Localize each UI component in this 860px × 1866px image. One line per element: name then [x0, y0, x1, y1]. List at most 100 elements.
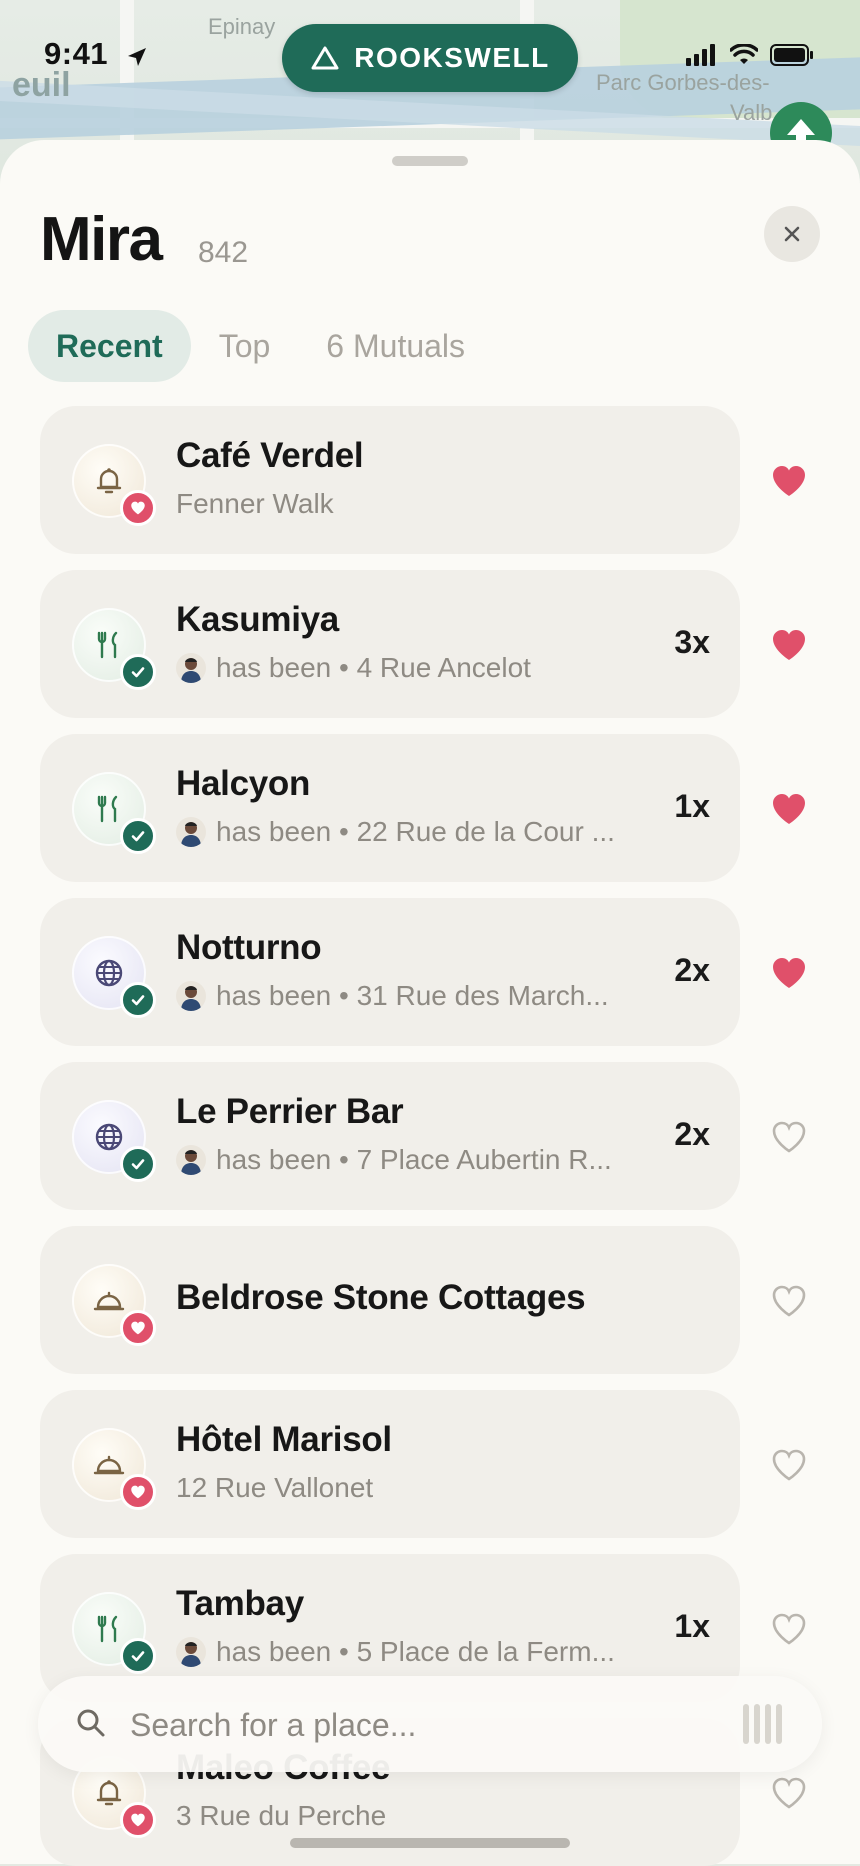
place-subtitle-text: has been • 22 Rue de la Cour ...: [216, 816, 615, 847]
location-arrow-icon: [128, 48, 146, 66]
wifi-icon: [730, 44, 758, 64]
tab-bar: Recent Top 6 Mutuals: [28, 310, 493, 382]
like-button-filled[interactable]: [770, 954, 808, 992]
sheet-grabber[interactable]: [392, 156, 468, 166]
place-subtitle-text: has been • 4 Rue Ancelot: [216, 652, 531, 683]
place-name: Notturno: [176, 928, 322, 967]
check-badge-icon: [131, 667, 145, 678]
place-status-badge: [120, 1146, 156, 1182]
bell-icon: [96, 468, 122, 494]
place-name: Hôtel Marisol: [176, 1420, 392, 1459]
place-status-badge: [120, 982, 156, 1018]
fork-knife-icon: [97, 631, 118, 659]
place-subtitle-text: has been • 31 Rue des March...: [216, 980, 609, 1011]
place-status-badge: [120, 1638, 156, 1674]
place-status-badge: [120, 1310, 156, 1346]
place-name: Le Perrier Bar: [176, 1092, 404, 1131]
place-name: Kasumiya: [176, 600, 339, 639]
place-subtitle-text: Fenner Walk: [176, 488, 334, 519]
hotel-bell-icon: [93, 1291, 125, 1311]
place-subtitle: 3 Rue du Perche: [176, 1800, 386, 1832]
place-status-badge: [120, 654, 156, 690]
like-button[interactable]: [770, 1610, 808, 1648]
heart-badge-icon: [131, 1813, 145, 1827]
heart-badge-icon: [131, 1321, 145, 1335]
like-button[interactable]: [770, 1774, 808, 1812]
visit-count: 1x: [674, 788, 710, 824]
place-name: Halcyon: [176, 764, 311, 803]
place-subtitle: has been • 4 Rue Ancelot: [176, 652, 531, 684]
heart-icon: [773, 794, 805, 824]
friend-avatar: [176, 1145, 206, 1175]
globe-icon: [95, 959, 123, 987]
place-subtitle: has been • 5 Place de la Ferm...: [176, 1636, 615, 1668]
place-status-badge: [120, 1802, 156, 1838]
fork-knife-icon: [97, 795, 118, 823]
visit-count: 3x: [674, 624, 710, 660]
place-subtitle-text: has been • 5 Place de la Ferm...: [216, 1636, 615, 1667]
place-status-badge: [120, 490, 156, 526]
place-row[interactable]: Le Perrier Bar has been • 7 Place Auberti…: [40, 1062, 740, 1210]
home-indicator[interactable]: [290, 1838, 570, 1848]
place-subtitle-text: has been • 7 Place Aubertin R...: [216, 1144, 612, 1175]
friend-avatar: [176, 1637, 206, 1667]
check-badge-icon: [131, 1651, 145, 1662]
heart-icon: [773, 630, 805, 660]
place-subtitle: has been • 31 Rue des March...: [176, 980, 609, 1012]
place-row[interactable]: Café Verdel Fenner Walk: [40, 406, 740, 554]
heart-icon: [772, 1285, 806, 1317]
map-label: Epinay: [208, 14, 276, 39]
place-subtitle: 12 Rue Vallonet: [176, 1472, 373, 1504]
place-subtitle: has been • 7 Place Aubertin R...: [176, 1144, 612, 1176]
like-button-filled[interactable]: [770, 626, 808, 664]
like-button-filled[interactable]: [770, 462, 808, 500]
place-row[interactable]: Halcyon has been • 22 Rue de la Cour ... 1…: [40, 734, 740, 882]
heart-icon: [772, 1121, 806, 1153]
search-bar: [38, 1676, 822, 1772]
tab-top[interactable]: Top: [191, 310, 299, 382]
place-subtitle: Fenner Walk: [176, 488, 334, 520]
like-button[interactable]: [770, 1118, 808, 1156]
bell-icon: [96, 1780, 122, 1806]
friend-avatar: [176, 817, 206, 847]
place-status-badge: [120, 818, 156, 854]
place-row[interactable]: Hôtel Marisol 12 Rue Vallonet: [40, 1390, 740, 1538]
fork-knife-icon: [97, 1615, 118, 1643]
map-label: Valb: [730, 100, 773, 125]
heart-icon: [773, 958, 805, 988]
like-button[interactable]: [770, 1282, 808, 1320]
visit-count: 2x: [674, 1116, 710, 1152]
brand-name: ROOKSWELL: [354, 42, 550, 73]
close-button[interactable]: [764, 206, 820, 262]
tab-recent[interactable]: Recent: [28, 310, 191, 382]
heart-icon: [772, 1777, 806, 1809]
like-button-filled[interactable]: [770, 790, 808, 828]
place-row[interactable]: Notturno has been • 31 Rue des March... 2x: [40, 898, 740, 1046]
brand-pill-button[interactable]: ROOKSWELL: [282, 24, 578, 92]
place-row[interactable]: Kasumiya has been • 4 Rue Ancelot 3x: [40, 570, 740, 718]
place-subtitle-text: 12 Rue Vallonet: [176, 1472, 374, 1503]
status-time: 9:41: [44, 36, 109, 71]
status-icons: [686, 44, 814, 66]
place-row[interactable]: Beldrose Stone Cottages: [40, 1226, 740, 1374]
place-name: Beldrose Stone Cottages: [176, 1278, 586, 1317]
map-label: Parc Gorbes-des-: [596, 70, 770, 95]
check-badge-icon: [131, 995, 145, 1006]
place-name: Tambay: [176, 1584, 304, 1623]
battery-icon: [770, 44, 813, 66]
heart-badge-icon: [131, 501, 145, 515]
like-button[interactable]: [770, 1446, 808, 1484]
place-subtitle: has been • 22 Rue de la Cour ...: [176, 816, 615, 848]
drag-handle-icon[interactable]: [743, 1704, 782, 1744]
hotel-bell-icon: [93, 1455, 125, 1475]
profile-count: 842: [198, 236, 249, 269]
visit-count: 2x: [674, 952, 710, 988]
tab-mutuals[interactable]: 6 Mutuals: [298, 310, 493, 382]
search-input[interactable]: [128, 1696, 732, 1754]
profile-name: Mira: [40, 205, 163, 274]
cellular-signal-icon: [686, 44, 715, 66]
globe-icon: [95, 1123, 123, 1151]
search-icon: [77, 1709, 105, 1737]
triangle-logo-icon: [311, 46, 339, 70]
place-status-badge: [120, 1474, 156, 1510]
